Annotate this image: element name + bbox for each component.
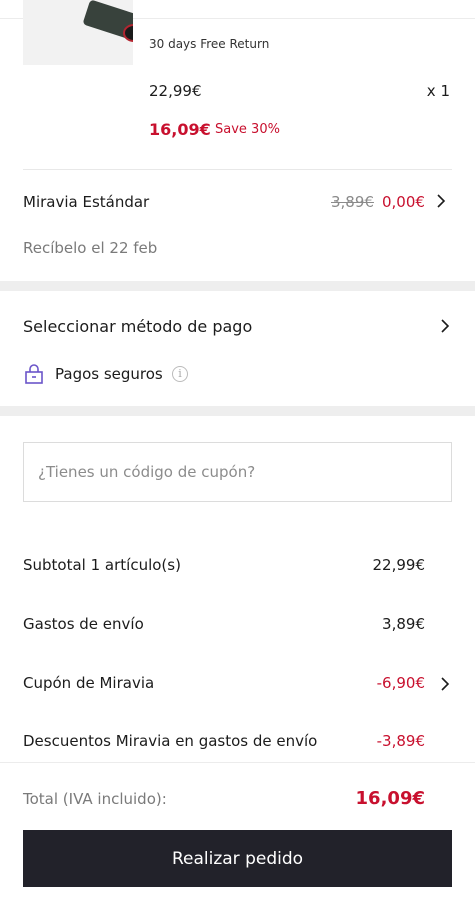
subtotal-label: Subtotal 1 artículo(s) <box>23 556 181 574</box>
delivery-date: Recíbelo el 22 feb <box>23 239 158 257</box>
section-separator <box>0 281 475 291</box>
shipping-discount-value: -3,89€ <box>376 732 425 750</box>
shipping-new-price: 0,00€ <box>382 193 425 211</box>
chevron-right-icon[interactable] <box>434 192 448 210</box>
coupon-discount-value: -6,90€ <box>376 674 425 692</box>
info-icon[interactable]: i <box>172 366 188 382</box>
return-policy: 30 days Free Return <box>149 37 270 51</box>
coupon-discount-label[interactable]: Cupón de Miravia <box>23 674 154 692</box>
footer-divider <box>0 762 475 763</box>
subtotal-value: 22,99€ <box>372 556 426 574</box>
shipping-old-price: 3,89€ <box>331 193 374 211</box>
save-badge: Save 30% <box>215 122 280 137</box>
mouse-graphic <box>123 24 133 42</box>
chevron-right-icon[interactable] <box>438 317 452 335</box>
shipping-cost-value: 3,89€ <box>382 615 425 633</box>
divider <box>23 169 452 170</box>
section-separator <box>0 406 475 416</box>
sale-price: 16,09€ <box>149 120 211 139</box>
product-quantity: x 1 <box>426 82 450 100</box>
place-order-button[interactable]: Realizar pedido <box>23 830 452 887</box>
shipping-cost-label: Gastos de envío <box>23 615 144 633</box>
total-label: Total (IVA incluido): <box>23 790 167 808</box>
secure-payments-label: Pagos seguros <box>55 365 163 383</box>
product-price: 22,99€ <box>149 82 202 100</box>
product-image[interactable] <box>23 0 133 65</box>
lock-icon <box>25 364 43 384</box>
shipping-method[interactable]: Miravia Estándar <box>23 193 149 211</box>
total-value: 16,09€ <box>355 788 425 809</box>
coupon-code-input[interactable] <box>23 442 452 502</box>
shipping-discount-label: Descuentos Miravia en gastos de envío <box>23 732 318 750</box>
chevron-right-icon[interactable] <box>438 675 452 693</box>
select-payment-method[interactable]: Seleccionar método de pago <box>23 317 252 336</box>
